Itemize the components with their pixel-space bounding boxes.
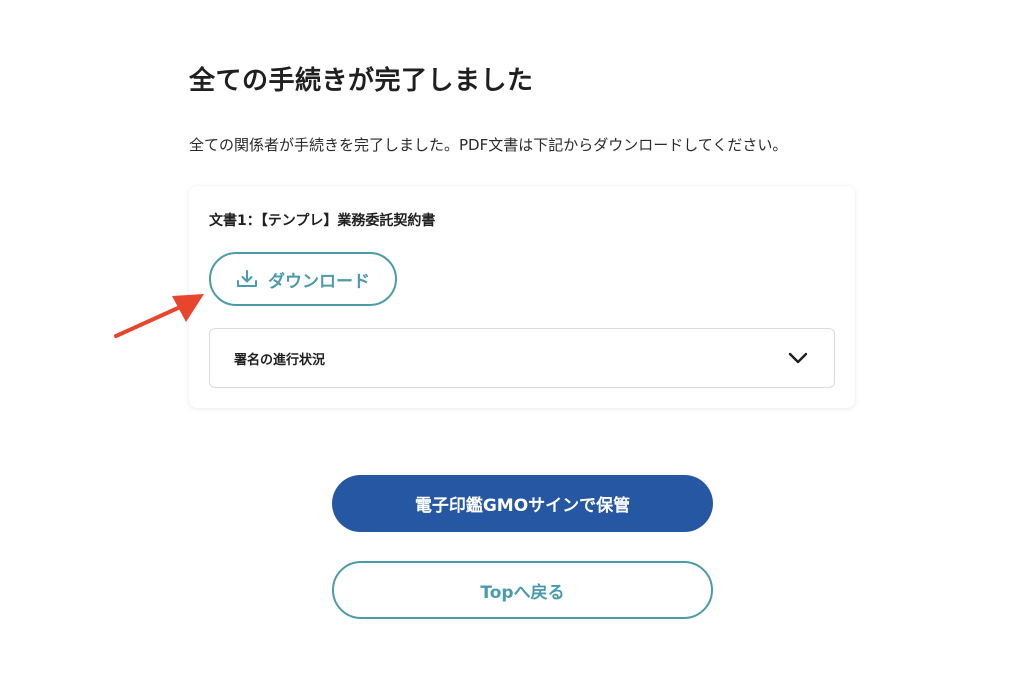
save-to-gmo-sign-button[interactable]: 電子印鑑GMOサインで保管: [332, 475, 713, 532]
back-to-top-button[interactable]: Topへ戻る: [332, 561, 713, 619]
signing-progress-label: 署名の進行状況: [234, 352, 326, 368]
chevron-down-icon: [788, 352, 808, 364]
document-card: 文書1：【テンプレ】業務委託契約書 ダウンロード 署名の進行状況: [189, 186, 855, 408]
download-icon: [236, 269, 258, 289]
completion-page: 全ての手続きが完了しました 全ての関係者が手続きを完了しました。PDF文書は下記…: [0, 0, 1024, 679]
red-arrow-icon: [112, 292, 212, 346]
download-label: ダウンロード: [268, 271, 370, 292]
download-button[interactable]: ダウンロード: [209, 252, 397, 306]
signing-progress-accordion[interactable]: 署名の進行状況: [209, 328, 835, 388]
page-title: 全ての手続きが完了しました: [189, 66, 534, 96]
document-name: 文書1：【テンプレ】業務委託契約書: [209, 213, 436, 229]
page-description: 全ての関係者が手続きを完了しました。PDF文書は下記からダウンロードしてください…: [189, 136, 788, 154]
